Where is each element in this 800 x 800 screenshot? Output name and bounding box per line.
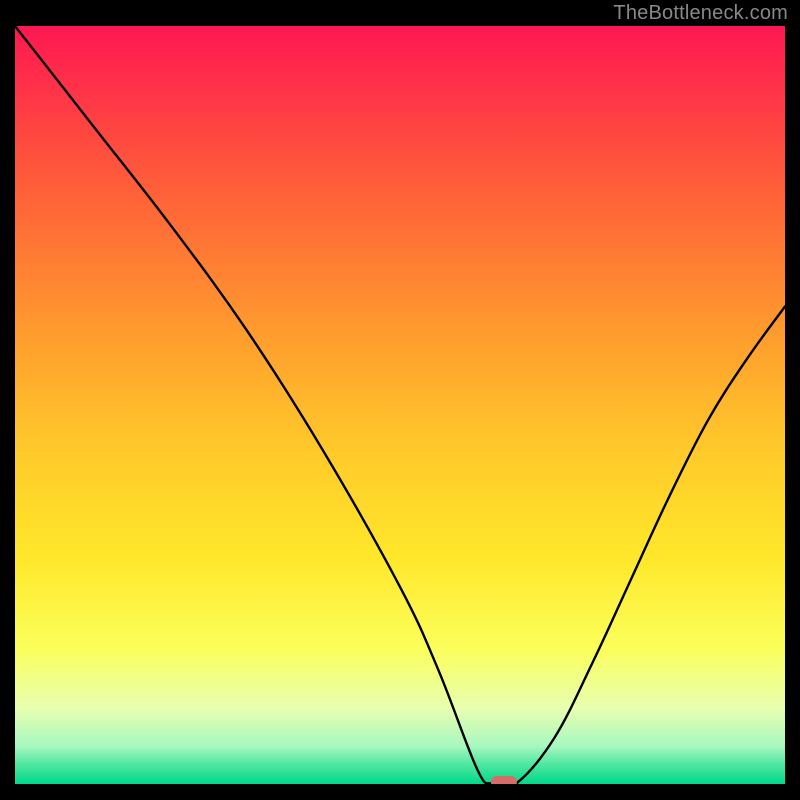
optimal-point-marker: [491, 776, 517, 784]
gradient-background: [15, 26, 785, 784]
chart-frame: [15, 26, 785, 784]
watermark-text: TheBottleneck.com: [613, 2, 788, 25]
bottleneck-chart: [15, 26, 785, 784]
